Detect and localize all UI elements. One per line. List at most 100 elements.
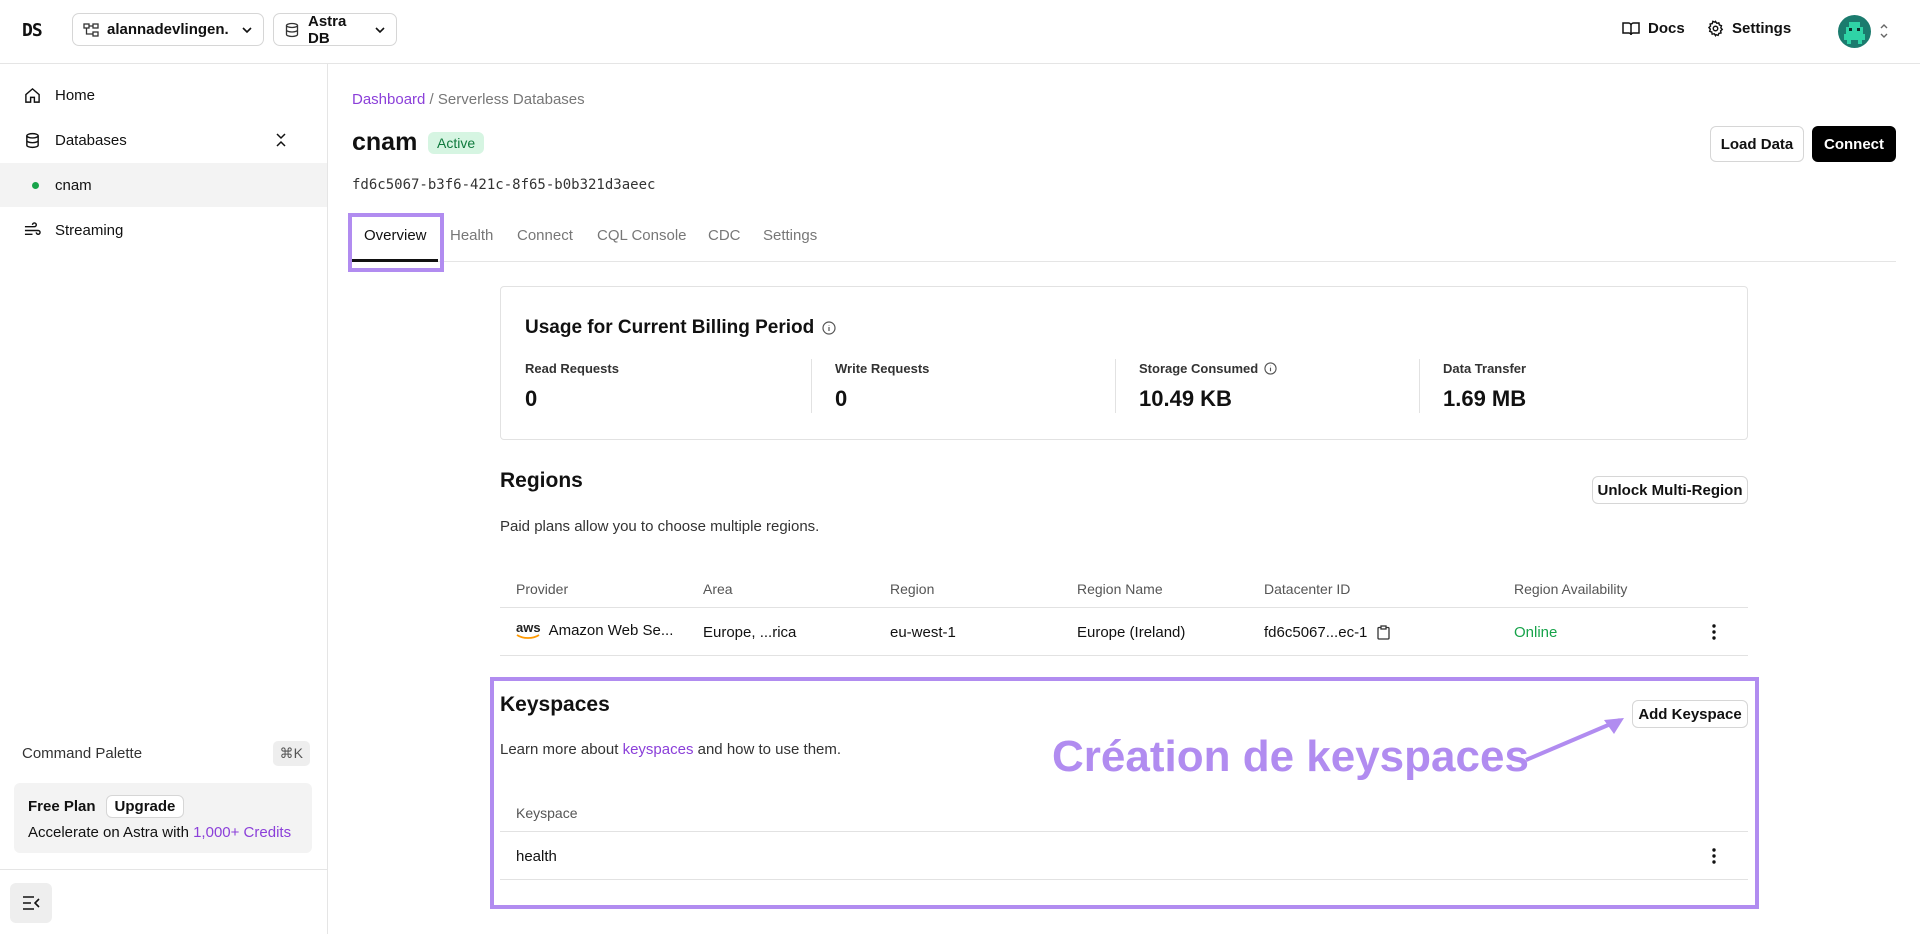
metric-value: 1.69 MB [1443,386,1527,411]
plan-card: Free Plan Upgrade Accelerate on Astra wi… [14,783,312,853]
credits-link[interactable]: 1,000+ Credits [193,824,291,841]
table-divider [500,655,1748,656]
breadcrumb: Dashboard / Serverless Databases [352,91,585,108]
datacenter-id-value: fd6c5067...ec-1 [1264,624,1368,641]
sidebar-item-label: cnam [55,176,92,194]
organization-icon [83,22,99,38]
unlock-multi-region-button[interactable]: Unlock Multi-Region [1592,476,1748,504]
tab-cdc[interactable]: CDC [708,227,741,244]
upgrade-button[interactable]: Upgrade [105,795,185,818]
availability-cell: Online [1514,624,1558,641]
metric-divider [1115,359,1116,413]
datacenter-id-cell: fd6c5067...ec-1 [1264,624,1391,641]
row-menu-icon[interactable] [1712,624,1716,644]
metric-write-requests: Write Requests 0 [835,361,929,417]
tab-cql-console[interactable]: CQL Console [597,227,687,244]
column-header-region-availability: Region Availability [1514,581,1628,597]
docs-label: Docs [1648,20,1685,37]
product-name: Astra DB [308,12,347,47]
top-bar: DS alannadevlingen... Astra DB Docs Sett… [0,0,1920,64]
metric-label: Data Transfer [1443,361,1527,376]
metric-divider [1419,359,1420,413]
plan-text: Accelerate on Astra with [28,824,194,841]
sidebar-item-databases[interactable]: Databases [0,118,327,162]
database-icon [26,132,39,148]
annotation-highlight-tab [348,213,444,272]
breadcrumb-current: / Serverless Databases [425,91,585,108]
metric-data-transfer: Data Transfer 1.69 MB [1443,361,1526,417]
home-icon [25,87,40,103]
metric-divider [811,359,812,413]
chevron-down-icon [241,24,253,36]
sidebar: Home Databases cnam Streaming Command Pa… [0,64,328,934]
copy-icon[interactable] [1377,625,1391,640]
usage-title: Usage for Current Billing Period [525,317,836,339]
settings-link[interactable]: Settings [1707,20,1791,37]
load-data-button[interactable]: Load Data [1710,126,1804,162]
regions-subtitle: Paid plans allow you to choose multiple … [500,518,820,535]
docs-link[interactable]: Docs [1622,20,1685,37]
database-id: fd6c5067-b3f6-421c-8f65-b0b321d3aeec [352,177,656,193]
breadcrumb-dashboard-link[interactable]: Dashboard [352,91,425,108]
column-header-region: Region [890,581,935,597]
info-icon[interactable] [1264,362,1277,375]
streaming-icon [24,221,41,235]
info-icon[interactable] [822,321,836,335]
provider-name: Amazon Web Se... [548,622,674,639]
command-palette-label: Command Palette [22,744,143,762]
organization-selector[interactable]: alannadevlingen... [72,13,264,46]
book-icon [1622,21,1640,35]
annotation-label: Création de keyspaces [1052,732,1529,781]
product-selector[interactable]: Astra DB [273,12,397,47]
metric-value: 0 [835,386,848,411]
metric-read-requests: Read Requests 0 [525,361,619,417]
table-divider [500,607,1748,608]
organization-name: alannadevlingen... [107,21,229,38]
region-name-cell: Europe (Ireland) [1077,624,1186,641]
column-header-provider: Provider [516,581,569,597]
column-header-region-name: Region Name [1077,581,1163,597]
page-title: cnam [352,128,418,156]
plan-name: Free Plan [28,798,96,815]
chevron-updown-icon[interactable] [1879,22,1889,44]
user-avatar[interactable] [1838,15,1871,48]
column-header-datacenter-id: Datacenter ID [1264,581,1351,597]
database-stack-icon [284,22,300,38]
status-dot [32,181,39,189]
datastax-logo[interactable]: DS [22,20,43,41]
chevron-down-icon [374,24,386,36]
usage-title-text: Usage for Current Billing Period [525,317,815,338]
collapse-sidebar-button[interactable] [10,883,52,923]
sidebar-item-streaming[interactable]: Streaming [0,208,327,252]
sidebar-item-cnam[interactable]: cnam [0,163,327,207]
collapse-sidebar-icon [23,896,40,910]
region-cell: eu-west-1 [890,624,956,641]
usage-card: Usage for Current Billing Period Read Re… [500,286,1748,440]
metric-label: Write Requests [835,361,930,376]
status-badge: Active [428,132,485,154]
annotation-arrow-icon [1525,718,1624,762]
settings-label: Settings [1732,20,1792,37]
aws-logo-text: aws [516,620,541,635]
sidebar-item-label: Databases [55,131,127,149]
sidebar-item-home[interactable]: Home [0,73,327,117]
regions-title: Regions [500,469,583,492]
sidebar-footer [0,869,327,934]
tab-connect[interactable]: Connect [517,227,573,244]
command-palette-button[interactable]: Command Palette ⌘K [22,739,310,767]
provider-cell: aws Amazon Web Se... [516,621,673,640]
sidebar-item-label: Home [55,86,96,104]
column-header-area: Area [703,581,733,597]
sidebar-item-label: Streaming [55,221,124,239]
tab-bar: Overview Health Connect CQL Console CDC … [352,217,1896,262]
metric-label-wrap: Storage Consumed [1139,361,1277,376]
metric-label: Read Requests [525,361,619,376]
keyboard-shortcut: ⌘K [272,740,310,766]
collapse-chevrons-icon[interactable] [275,132,301,152]
aws-logo: aws [516,621,541,640]
tab-health[interactable]: Health [450,227,493,244]
gear-icon [1707,20,1724,37]
connect-button[interactable]: Connect [1812,126,1896,162]
tab-settings[interactable]: Settings [763,227,817,244]
area-cell: Europe, ...rica [703,624,797,641]
